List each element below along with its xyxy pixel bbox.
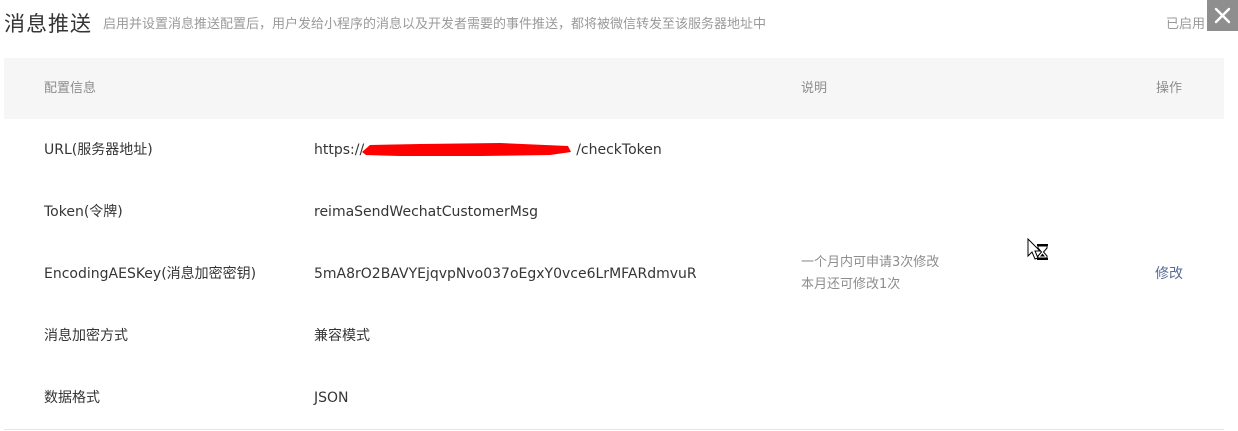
url-suffix: /checkToken [576,142,662,158]
row-label: 消息加密方式 [44,328,128,344]
page-title: 消息推送 [4,12,92,36]
row-value: 5mA8rO2BAVYEjqvpNvo037oEgxY0vce6LrMFARdm… [314,266,697,282]
table-row-url: URL(服务器地址) https:// /checkToken [4,119,1224,181]
modify-remaining-note: 本月还可修改1次 [801,277,901,292]
row-label: URL(服务器地址) [44,142,153,158]
modify-limit-note: 一个月内可申请3次修改 [801,255,940,270]
column-header-action: 操作 [1156,81,1183,96]
url-prefix: https:// [314,142,365,158]
row-value: 兼容模式 [314,328,370,344]
row-value: reimaSendWechatCustomerMsg [314,204,538,220]
page-description: 启用并设置消息推送配置后，用户发给小程序的消息以及开发者需要的事件推送，都将被微… [103,17,767,32]
table-row-data-format: 数据格式 JSON [4,367,1224,429]
close-icon [1214,7,1231,24]
modify-link[interactable]: 修改 [1155,264,1183,284]
redaction-mark [362,143,571,156]
table-bottom-divider [4,429,1224,430]
row-label: EncodingAESKey(消息加密密钥) [44,266,257,282]
row-label: Token(令牌) [44,204,123,220]
status-label: 已启用 [1166,17,1206,32]
table-row-token: Token(令牌) reimaSendWechatCustomerMsg [4,181,1224,243]
table-header: 配置信息 说明 操作 [4,58,1224,119]
table-row-encryption-mode: 消息加密方式 兼容模式 [4,305,1224,367]
busy-cursor-icon [1027,238,1048,260]
page-header: 消息推送 启用并设置消息推送配置后，用户发给小程序的消息以及开发者需要的事件推送… [0,0,1238,52]
column-header-description: 说明 [801,81,828,96]
row-label: 数据格式 [44,390,100,406]
message-push-page: 消息推送 启用并设置消息推送配置后，用户发给小程序的消息以及开发者需要的事件推送… [0,0,1238,431]
column-header-config: 配置信息 [44,81,97,96]
close-button[interactable] [1207,0,1238,31]
row-value: JSON [314,390,349,406]
